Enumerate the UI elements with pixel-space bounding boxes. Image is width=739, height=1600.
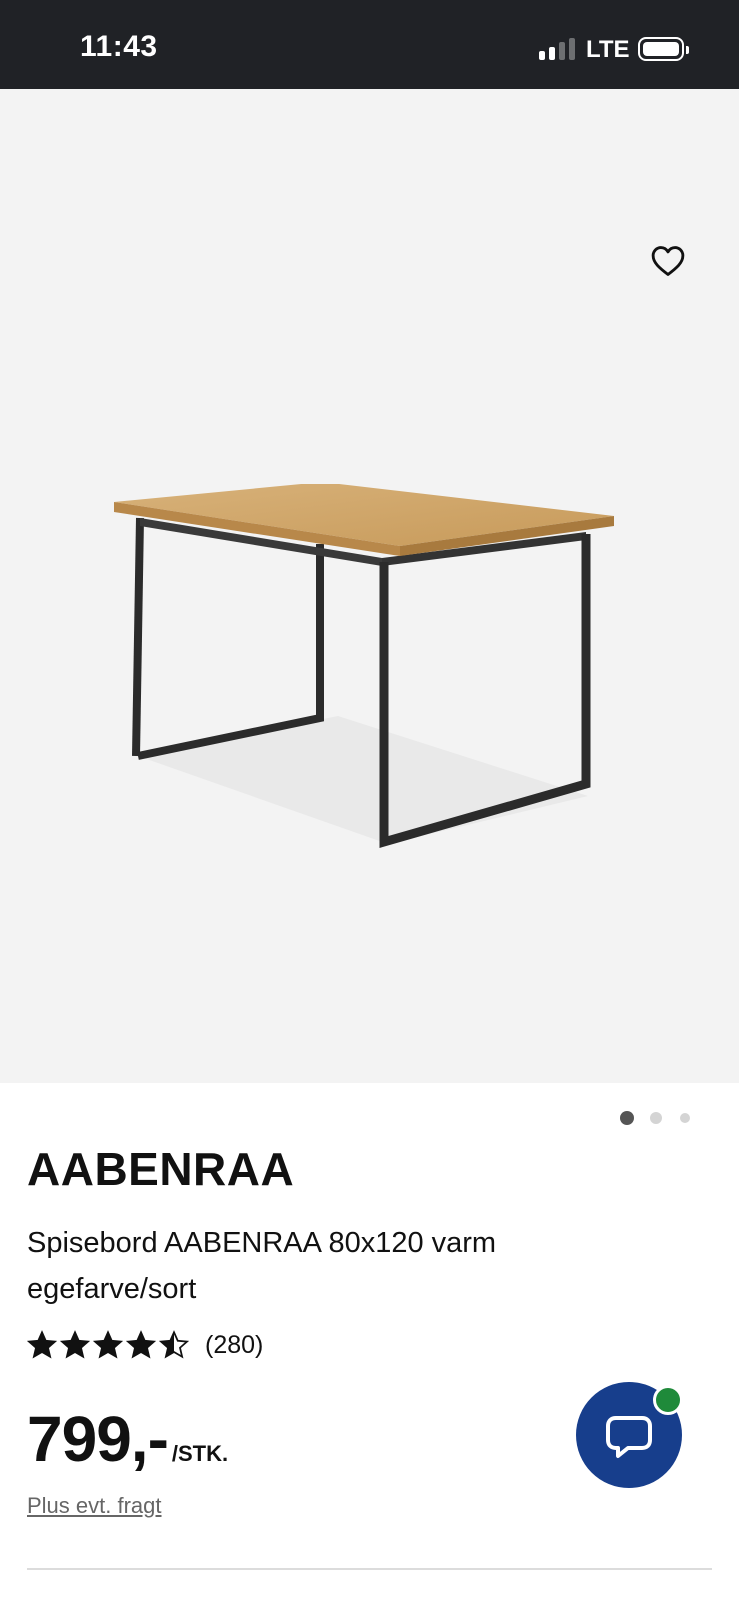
product-price: 799,- /STK. <box>27 1402 228 1476</box>
network-type: LTE <box>586 36 630 63</box>
product-rating[interactable]: (280) <box>27 1330 263 1360</box>
heart-outline-icon <box>651 246 685 276</box>
cellular-signal-icon <box>539 38 577 60</box>
rating-stars <box>27 1330 189 1360</box>
chat-bubble-icon <box>606 1416 652 1458</box>
product-description: Spisebord AABENRAA 80x120 varm egefarve/… <box>27 1227 497 1305</box>
carousel-dot-2[interactable] <box>650 1112 662 1124</box>
status-bar: 11:43 LTE <box>0 0 739 89</box>
chat-online-indicator <box>653 1385 683 1415</box>
carousel-dot-1[interactable] <box>620 1111 634 1125</box>
star-icon <box>60 1330 90 1359</box>
star-icon <box>93 1330 123 1359</box>
freight-link[interactable]: Plus evt. fragt <box>27 1493 162 1519</box>
star-icon <box>126 1330 156 1359</box>
review-count[interactable]: (280) <box>205 1331 263 1360</box>
status-time: 11:43 <box>80 30 158 63</box>
battery-icon <box>638 37 689 61</box>
product-brand: AABENRAA <box>27 1143 295 1195</box>
price-value: 799,- <box>27 1403 169 1475</box>
star-icon <box>27 1330 57 1359</box>
product-image <box>114 484 614 848</box>
divider <box>27 1568 712 1570</box>
star-icon <box>159 1330 189 1359</box>
product-image-gallery[interactable] <box>0 89 739 1125</box>
carousel-dot-3[interactable] <box>680 1113 690 1123</box>
favorite-button[interactable] <box>648 241 688 281</box>
price-unit: /STK. <box>171 1441 229 1466</box>
